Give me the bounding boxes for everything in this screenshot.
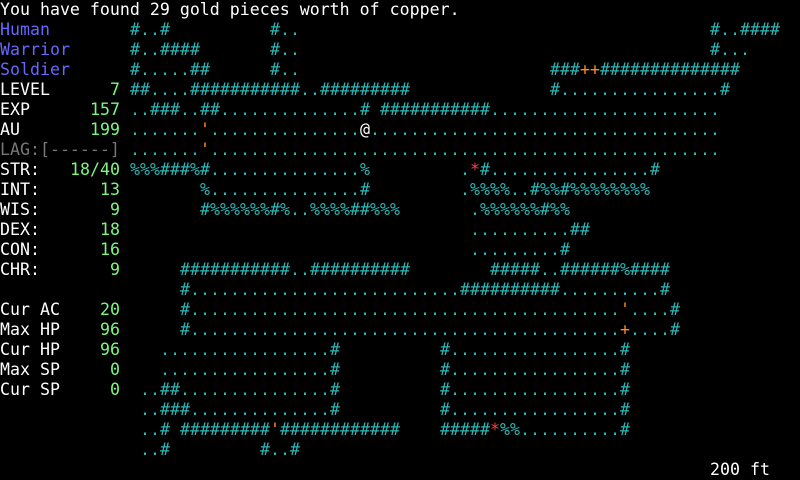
stat-label: STR:: [0, 160, 40, 179]
stat-value: 13: [100, 180, 120, 199]
map-row: ..###..##..............# ###########....…: [130, 100, 720, 119]
map-row: #..#### #.. #...: [130, 40, 750, 59]
stat-value: 9: [110, 200, 120, 219]
race-label: Human: [0, 20, 50, 39]
stat-label: CON:: [0, 240, 40, 259]
map-row: ##....###########..######### #..........…: [130, 80, 730, 99]
stat-label: LAG:[------]: [0, 140, 120, 159]
class-label: Warrior: [0, 40, 70, 59]
map-row: ..........##: [470, 220, 590, 239]
map-row: .........#: [470, 240, 570, 259]
stat-value: 199: [90, 120, 120, 139]
stat-label: AU: [0, 120, 20, 139]
stat-row: CON: 16: [0, 240, 120, 260]
stat-row: LEVEL 7: [0, 80, 120, 100]
stat-label: Max HP: [0, 320, 60, 339]
player-icon: @: [360, 120, 370, 139]
title-label: Soldier: [0, 60, 70, 79]
stat-row: WIS: 9: [0, 200, 120, 220]
map-row: ..# #########'############ #####*%%.....…: [140, 420, 630, 439]
stat-row: [0, 280, 120, 300]
stat-label: Cur SP: [0, 380, 60, 399]
stat-row: Cur HP 96: [0, 340, 120, 360]
map-row: #.....## #.. ###++##############: [130, 60, 740, 79]
map-row: .......'................................…: [130, 140, 720, 159]
depth-indicator: 200 ft: [710, 460, 770, 479]
stat-label: Cur HP: [0, 340, 60, 359]
stat-row: Cur SP 0: [0, 380, 120, 400]
stat-row: DEX: 18: [0, 220, 120, 240]
dungeon-map: #..# #.. #..#### #..#### #.. #... #.....##…: [130, 20, 800, 459]
stat-value: 20: [100, 300, 120, 319]
map-row: #.......................................…: [180, 320, 680, 339]
stat-row: Max HP 96: [0, 320, 120, 340]
stat-value: 7: [110, 80, 120, 99]
stat-value: 16: [100, 240, 120, 259]
map-row: #.......................................…: [180, 300, 680, 319]
map-row: #...........................##########..…: [180, 280, 670, 299]
stat-label: Cur AC: [0, 300, 60, 319]
stat-row: LAG:[------]: [0, 140, 120, 160]
stat-value: 18: [100, 220, 120, 239]
stat-label: DEX:: [0, 220, 40, 239]
stat-value: 96: [100, 320, 120, 339]
stat-label: CHR:: [0, 260, 40, 279]
stat-value: 9: [110, 260, 120, 279]
map-row: %%%###%#...............% .*#............…: [130, 160, 660, 179]
map-row: .......'...............@................…: [130, 120, 720, 139]
map-row: #%%%%%%#%..%%%%##%%% .%%%%%%#%%: [200, 200, 570, 219]
map-row: ###########..########## #####..######%##…: [180, 260, 670, 279]
stat-label: Max SP: [0, 360, 60, 379]
map-row: .................# #.................#: [160, 340, 630, 359]
stat-value: 18/40: [70, 160, 120, 179]
map-row: .................# #.................#: [160, 360, 630, 379]
map-row: ..##...............# #.................#: [140, 380, 630, 399]
map-row: ..###..............# #.................#: [140, 400, 630, 419]
stat-value: 96: [100, 340, 120, 359]
game-terminal: You have found 29 gold pieces worth of c…: [0, 0, 800, 480]
stat-label: LEVEL: [0, 80, 50, 99]
map-row: %...............# .%%%%..#%%#%%%%%%%%: [200, 180, 650, 199]
stat-label: WIS:: [0, 200, 40, 219]
stat-row: Cur AC 20: [0, 300, 120, 320]
stat-row: STR: 18/40: [0, 160, 120, 180]
stat-row: CHR: 9: [0, 260, 120, 280]
stat-row: INT: 13: [0, 180, 120, 200]
map-row: ..# #..#: [140, 440, 300, 459]
stat-value: 0: [110, 360, 120, 379]
stat-value: 0: [110, 380, 120, 399]
stat-label: EXP: [0, 100, 30, 119]
stat-row: EXP 157: [0, 100, 120, 120]
stat-label: INT:: [0, 180, 40, 199]
message-line: You have found 29 gold pieces worth of c…: [0, 0, 460, 19]
stat-row: AU 199: [0, 120, 120, 140]
map-row: #..# #.. #..####: [130, 20, 780, 39]
stat-value: 157: [90, 100, 120, 119]
stat-row: Max SP 0: [0, 360, 120, 380]
